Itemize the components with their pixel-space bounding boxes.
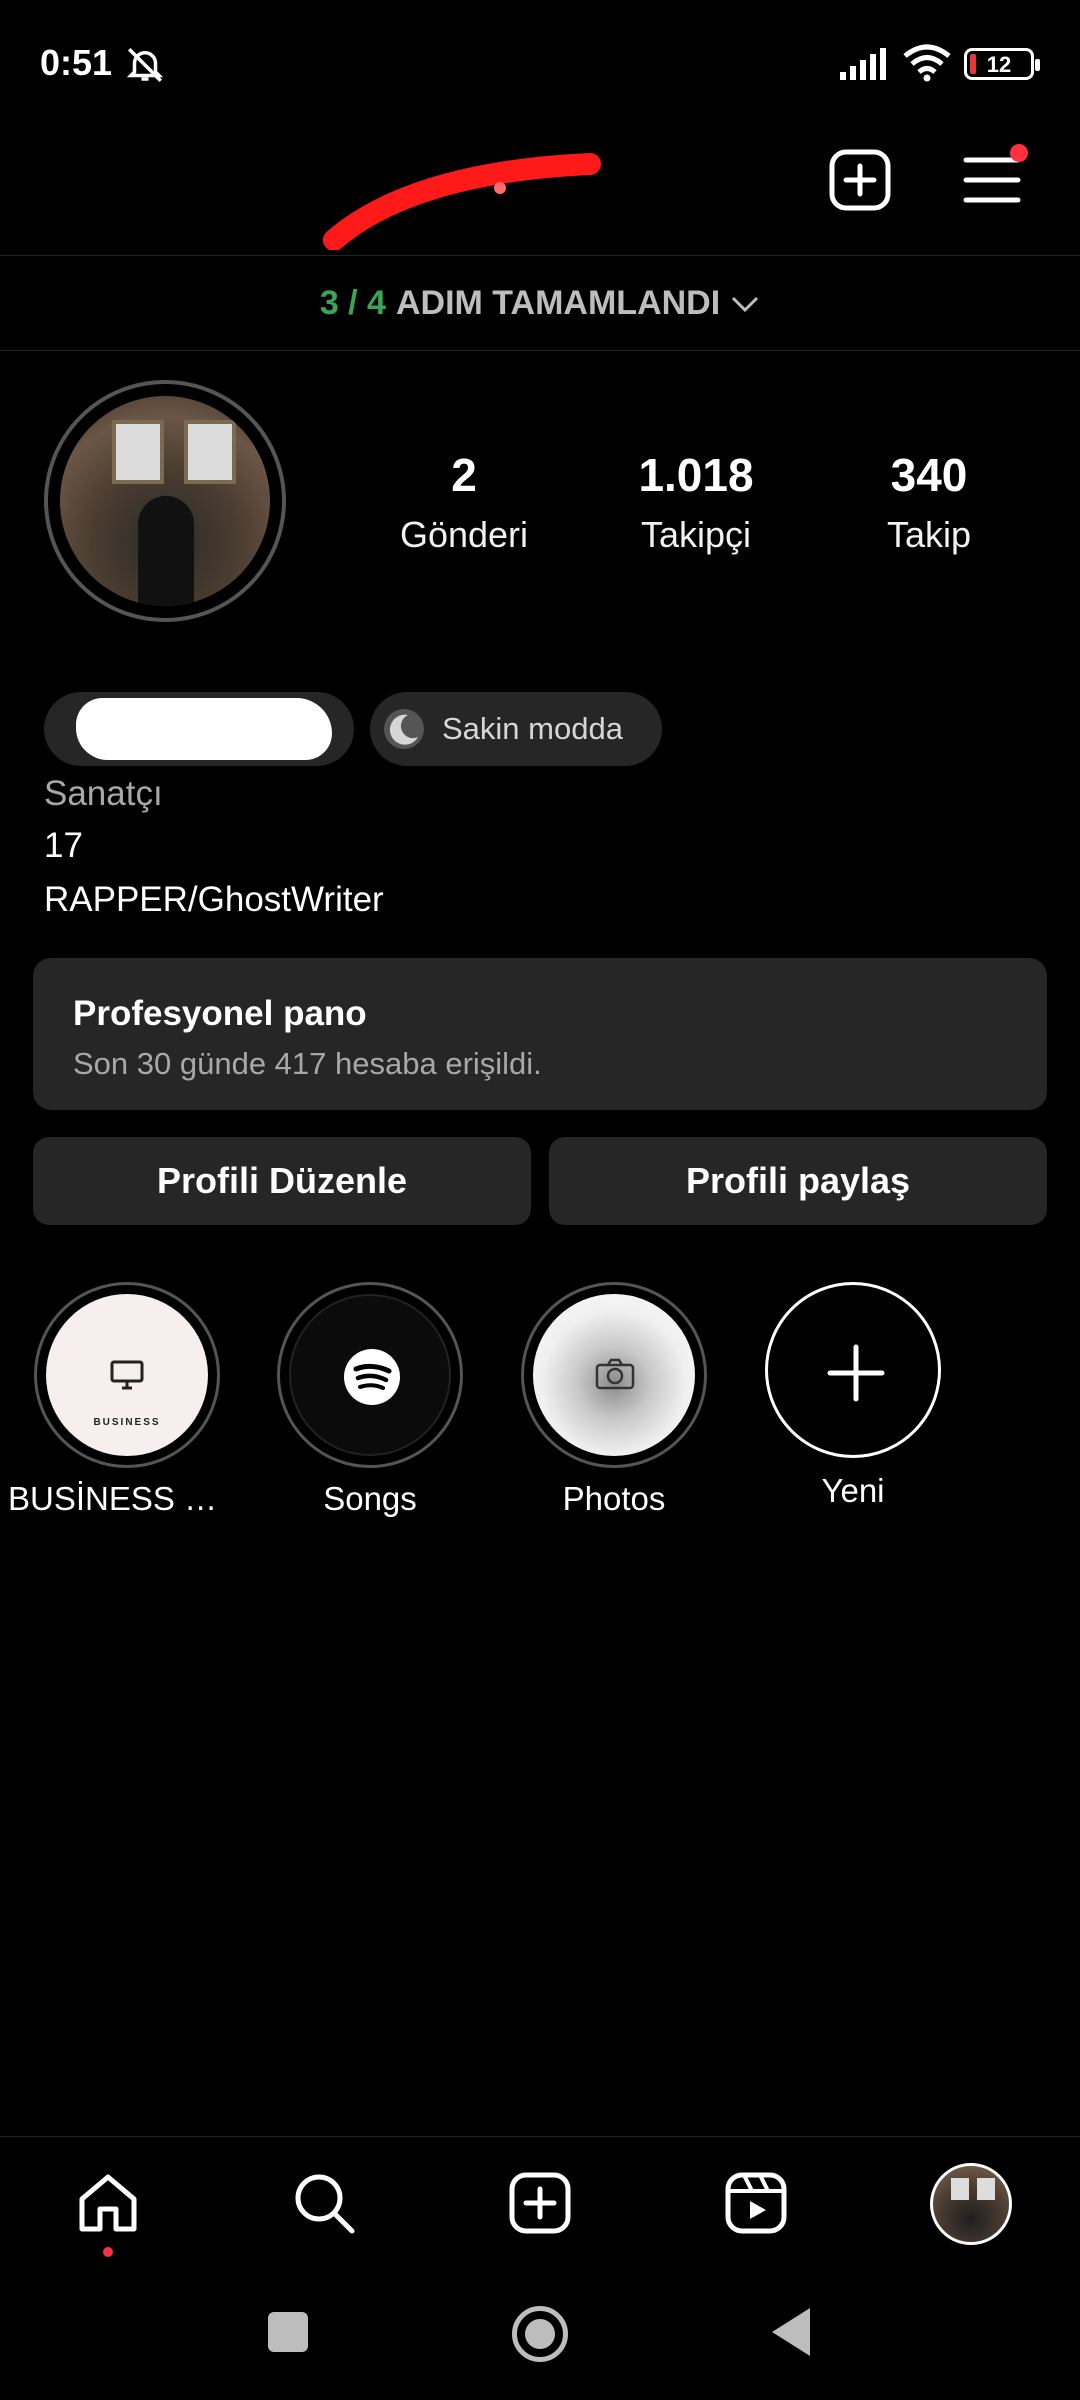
home-icon — [79, 2174, 137, 2232]
create-icon — [509, 2172, 571, 2234]
highlight-label: BUSİNESS 🔪... — [8, 1480, 238, 1517]
highlight-label: Songs — [323, 1480, 417, 1517]
stat-label: Takip — [886, 514, 972, 555]
highlight-label: Photos — [562, 1480, 666, 1517]
steps-progress: 3 / 4 — [319, 284, 386, 322]
share-profile-button[interactable]: Profili paylaş — [549, 1137, 1047, 1225]
stat-following[interactable]: 340 Takip — [834, 448, 1024, 556]
battery-level: 12 — [986, 52, 1012, 77]
monitor-icon — [110, 1360, 144, 1390]
stat-value: 1.018 — [638, 449, 754, 501]
avatar-image — [60, 396, 270, 606]
profile-header — [0, 130, 1080, 256]
notification-dot — [103, 2247, 113, 2257]
highlight-photos[interactable]: Photos — [519, 1282, 709, 1518]
recent-apps-icon[interactable] — [268, 2312, 308, 2352]
plus-icon — [827, 1344, 885, 1402]
system-home-icon[interactable] — [512, 2306, 568, 2362]
nav-reels[interactable] — [724, 2171, 788, 2235]
create-post-icon[interactable] — [828, 148, 892, 212]
status-bar: 0:51 12 — [0, 0, 1080, 130]
highlight-cover — [533, 1294, 695, 1456]
wifi-icon — [903, 44, 951, 82]
highlight-label: Yeni — [821, 1472, 885, 1509]
nav-home[interactable] — [76, 2171, 140, 2257]
chevron-down-icon — [732, 296, 759, 312]
highlight-cover-text: BUSINESS — [93, 1417, 161, 1428]
setup-progress-banner[interactable]: 3 / 4 ADIM TAMAMLANDI — [0, 257, 1080, 351]
profile-category: Sanatçı — [44, 774, 163, 813]
stat-posts[interactable]: 2 Gönderi — [374, 448, 554, 556]
stat-label: Takipçi — [640, 514, 752, 555]
stat-followers[interactable]: 1.018 Takipçi — [596, 448, 796, 556]
reels-icon — [725, 2172, 787, 2234]
quiet-mode-pill[interactable]: Sakin modda — [370, 692, 662, 766]
highlight-ring: BUSINESS — [34, 1282, 220, 1468]
nav-profile-avatar[interactable] — [930, 2163, 1012, 2245]
highlight-ring — [277, 1282, 463, 1468]
notification-dot — [1010, 144, 1028, 162]
stat-value: 2 — [451, 449, 477, 501]
moon-icon — [384, 709, 424, 749]
nav-search[interactable] — [292, 2171, 356, 2235]
highlight-new[interactable]: Yeni — [758, 1282, 948, 1510]
stat-label: Gönderi — [399, 514, 529, 555]
professional-dashboard-card[interactable]: Profesyonel pano Son 30 günde 417 hesaba… — [33, 958, 1047, 1110]
highlight-cover — [289, 1294, 451, 1456]
bio-line: 17 — [44, 826, 83, 865]
menu-button[interactable] — [962, 144, 1028, 210]
bottom-navigation — [0, 2136, 1080, 2266]
highlight-cover: BUSINESS — [46, 1294, 208, 1456]
system-navigation-bar — [0, 2266, 1080, 2400]
dashboard-subtitle: Son 30 günde 417 hesaba erişildi. — [73, 1046, 542, 1081]
quiet-mode-label: Sakin modda — [442, 711, 623, 746]
username-pill[interactable] — [44, 692, 354, 766]
dashboard-title: Profesyonel pano — [73, 994, 367, 1033]
edit-profile-button[interactable]: Profili Düzenle — [33, 1137, 531, 1225]
bio-line: RAPPER/GhostWriter — [44, 880, 384, 919]
bell-muted-icon — [126, 48, 164, 82]
highlight-ring — [521, 1282, 707, 1468]
profile-avatar[interactable] — [44, 380, 286, 622]
steps-label: ADIM TAMAMLANDI — [395, 284, 721, 322]
camera-icon — [595, 1358, 635, 1390]
new-highlight-ring — [765, 1282, 941, 1458]
spotify-icon — [344, 1349, 400, 1405]
nav-create[interactable] — [508, 2171, 572, 2235]
back-icon[interactable] — [772, 2308, 810, 2356]
search-icon — [295, 2174, 355, 2234]
highlight-business[interactable]: BUSINESS BUSİNESS 🔪... — [8, 1282, 238, 1519]
battery-icon: 12 — [964, 48, 1040, 80]
highlight-songs[interactable]: Songs — [275, 1282, 465, 1518]
redaction-blob — [76, 698, 332, 760]
redaction-scribble — [323, 153, 601, 250]
status-time: 0:51 — [40, 42, 113, 83]
signal-icon — [840, 48, 886, 80]
stat-value: 340 — [890, 449, 968, 501]
